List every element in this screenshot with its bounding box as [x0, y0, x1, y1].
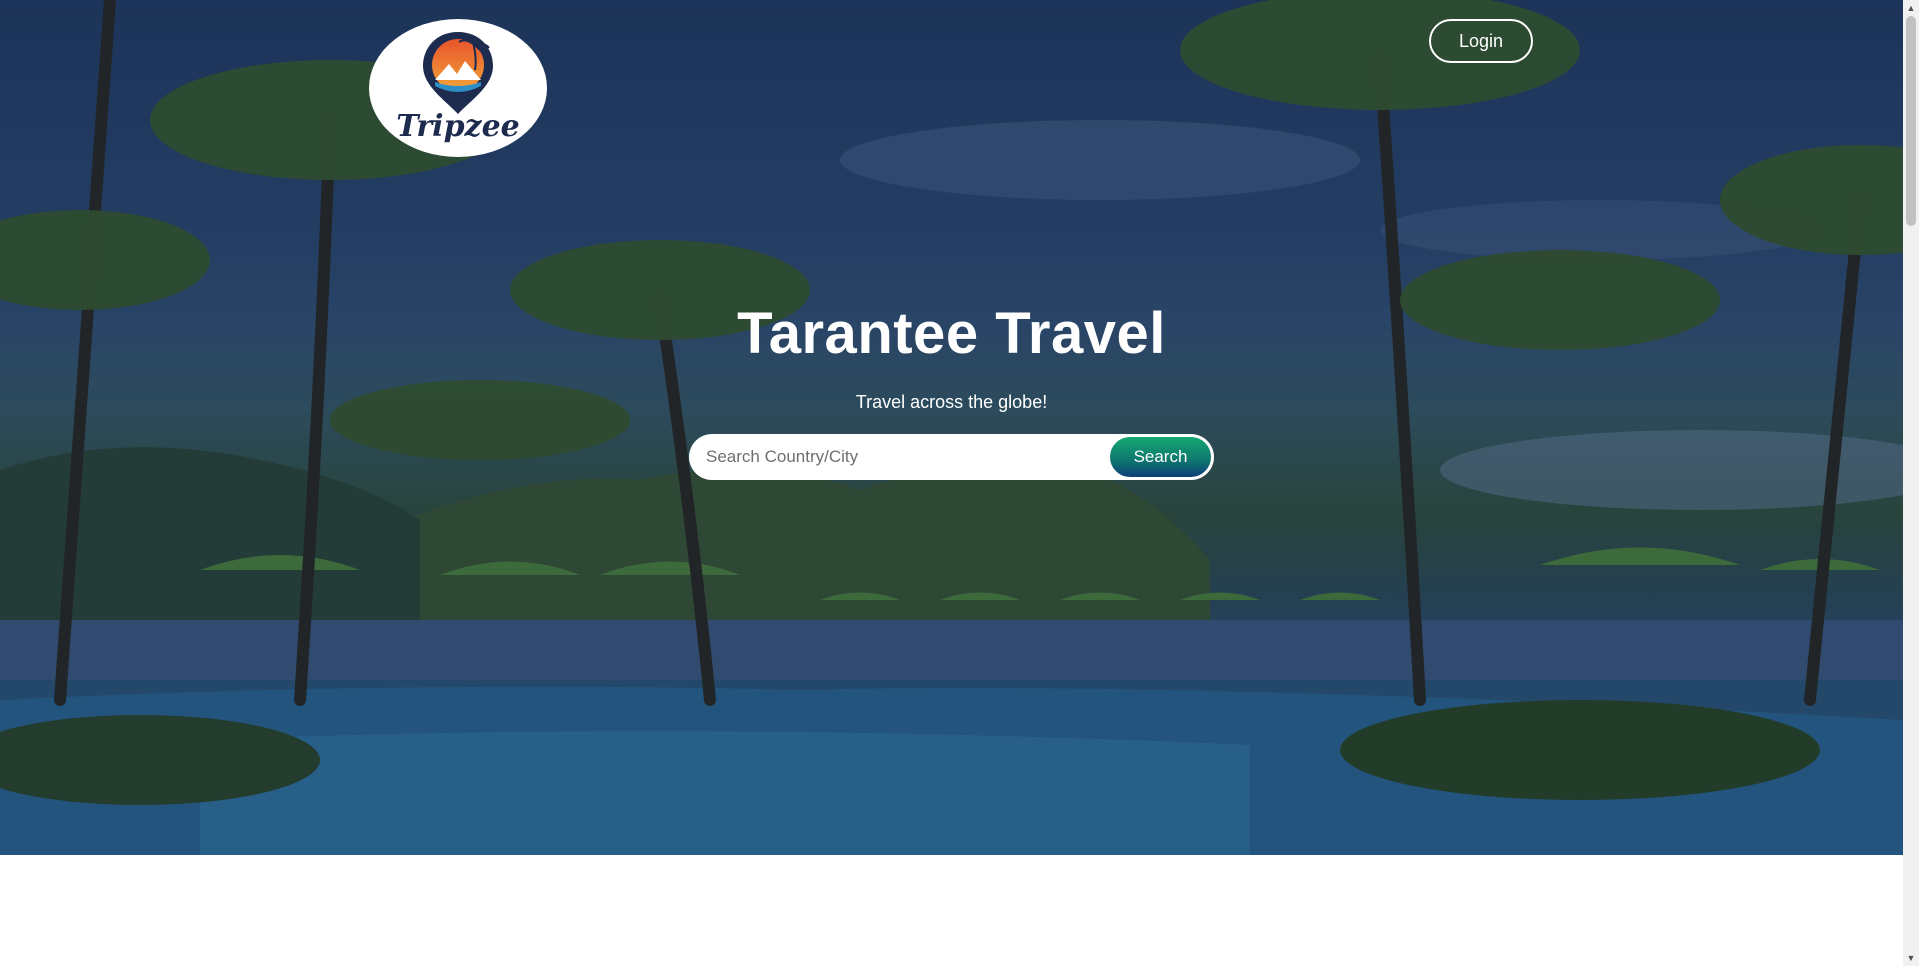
hero-dark-overlay [0, 0, 1903, 855]
tripzee-logo-icon: Tripzee [396, 32, 520, 144]
site-logo[interactable]: Tripzee [369, 19, 547, 157]
scrollbar-thumb[interactable] [1906, 16, 1916, 226]
search-input[interactable] [689, 433, 1108, 481]
vertical-scrollbar[interactable]: ▲ ▼ [1903, 0, 1919, 966]
hero-subtitle: Travel across the globe! [855, 392, 1048, 412]
hero-title: Tarantee Travel [737, 301, 1166, 366]
scroll-down-icon[interactable]: ▼ [1903, 950, 1919, 966]
scroll-up-icon[interactable]: ▲ [1903, 0, 1919, 16]
login-button[interactable]: Login [1429, 19, 1533, 63]
hero-banner [0, 0, 1903, 855]
search-button[interactable]: Search [1108, 435, 1213, 479]
page: Tripzee Login Tarantee Travel Travel acr… [0, 0, 1919, 966]
logo-text: Tripzee [396, 109, 520, 144]
search-bar: Search [689, 433, 1214, 481]
